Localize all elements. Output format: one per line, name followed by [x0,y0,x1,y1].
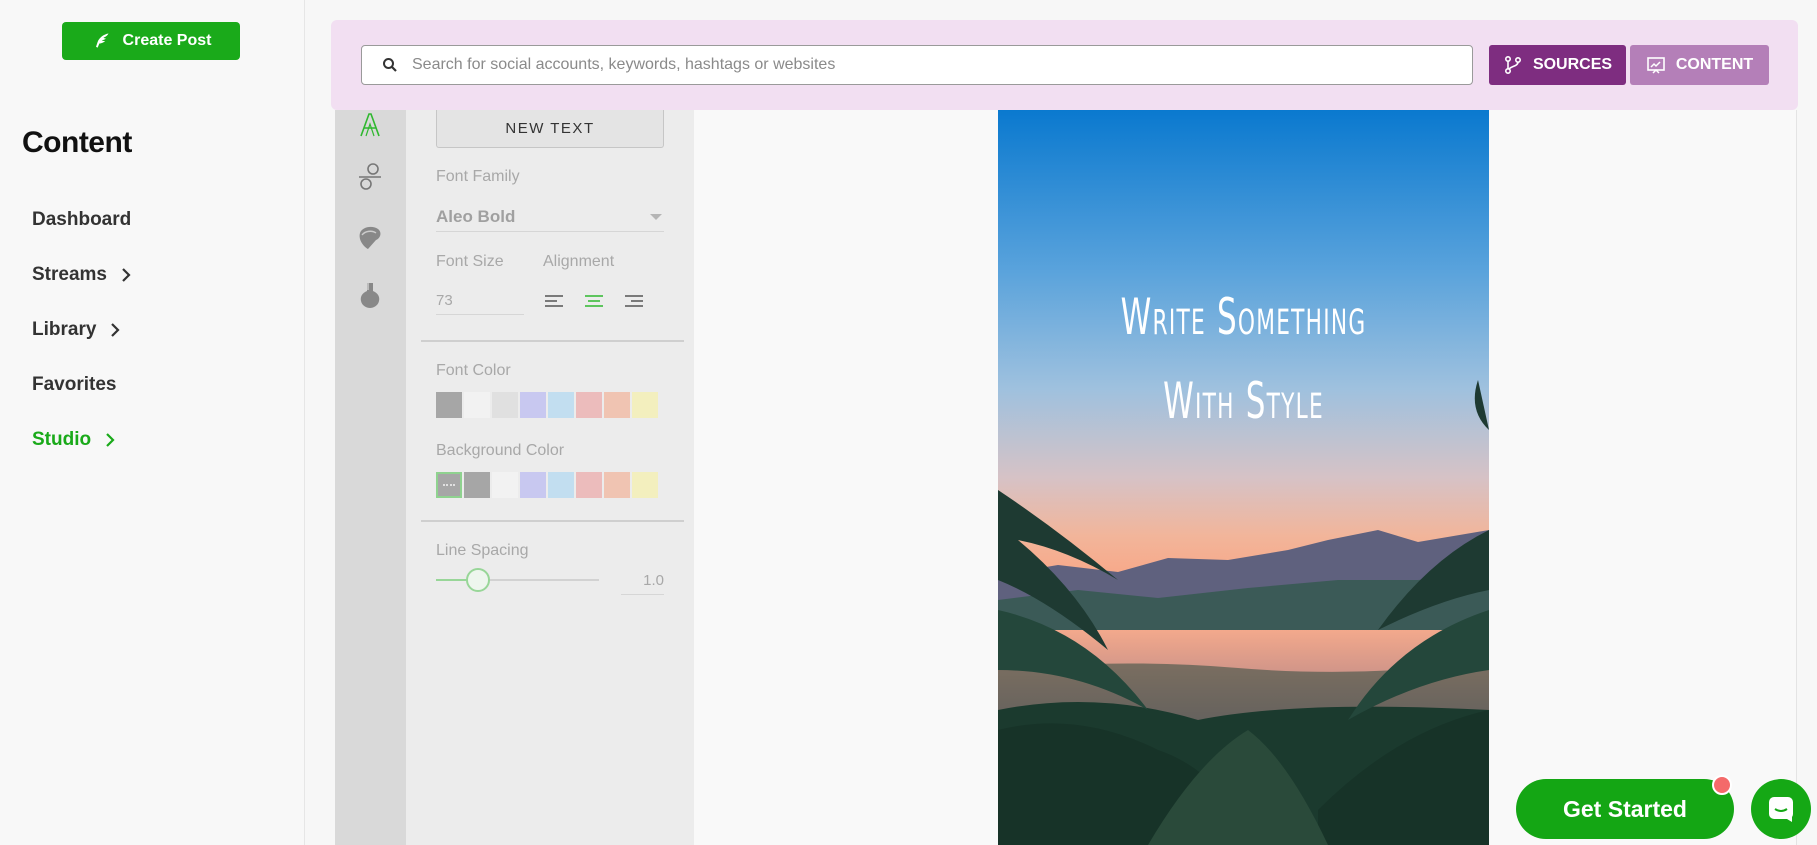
sidebar-item-label: Library [32,318,97,340]
chat-launcher-button[interactable] [1751,779,1811,839]
create-post-button[interactable]: Create Post [62,22,240,60]
canvas-background-image [998,110,1489,845]
background-color-label: Background Color [436,442,565,459]
sidebar-item-streams[interactable]: Streams [32,247,131,302]
canvas-text-layer[interactable]: Write Something With Style [1091,275,1395,443]
chevron-right-icon [111,322,120,337]
search-header: SOURCES CONTENT [331,20,1798,110]
font-color-swatch[interactable] [576,392,602,418]
tool-rail [335,110,406,845]
font-color-swatch[interactable] [604,392,630,418]
panel-divider [421,340,684,342]
background-color-swatch[interactable] [576,472,602,498]
branch-icon [1504,55,1521,75]
font-color-swatch[interactable] [632,392,658,418]
background-color-swatch[interactable] [492,472,518,498]
background-color-swatch[interactable] [548,472,574,498]
sidebar-title: Content [22,126,132,159]
sidebar-item-label: Dashboard [32,208,132,230]
line-spacing-value[interactable]: 1.0 [621,567,664,595]
get-started-button[interactable]: Get Started [1516,779,1734,839]
sources-label: SOURCES [1532,56,1613,73]
panel-divider [421,520,684,522]
content-label: CONTENT [1675,56,1754,73]
background-color-swatch[interactable] [604,472,630,498]
effects-tool-icon[interactable] [355,280,385,310]
background-color-swatch[interactable] [436,472,462,498]
chart-board-icon [1647,57,1665,74]
background-color-swatch[interactable] [520,472,546,498]
font-family-value: Aleo Bold [436,206,516,226]
search-icon [383,58,397,72]
chevron-right-icon [106,432,115,447]
align-center-icon[interactable] [583,290,605,312]
filter-tool-icon[interactable] [355,162,385,192]
search-box[interactable] [361,45,1473,85]
sticker-tool-icon[interactable] [355,222,385,252]
sidebar-item-label: Favorites [32,373,117,395]
left-sidebar: Create Post Content Dashboard Streams Li… [0,0,305,845]
sidebar-item-studio[interactable]: Studio [32,412,131,467]
text-tool-icon[interactable] [355,110,385,140]
background-color-swatch[interactable] [464,472,490,498]
sidebar-item-favorites[interactable]: Favorites [32,357,131,412]
chat-icon [1769,797,1793,822]
font-family-select[interactable]: Aleo Bold [436,202,664,232]
line-spacing-label: Line Spacing [436,542,529,559]
sidebar-item-label: Studio [32,428,92,450]
design-canvas[interactable]: Write Something With Style [998,110,1489,845]
font-color-swatch[interactable] [492,392,518,418]
text-properties-panel: NEW TEXT Font Family Aleo Bold Font Size… [406,110,694,845]
font-color-swatch[interactable] [548,392,574,418]
chevron-right-icon [122,267,131,282]
background-color-swatches [436,472,658,498]
no-color-icon [443,484,455,486]
font-color-swatches [436,392,658,418]
sidebar-item-label: Streams [32,263,107,285]
new-text-button[interactable]: NEW TEXT [436,110,664,148]
font-size-input[interactable] [436,287,524,315]
notification-dot [1712,775,1732,795]
font-color-swatch[interactable] [520,392,546,418]
font-color-swatch[interactable] [436,392,462,418]
sidebar-nav: Dashboard Streams Library Favorites Stud… [32,192,131,467]
alignment-label: Alignment [543,253,615,270]
line-spacing-slider-handle[interactable] [466,568,490,592]
align-right-icon[interactable] [623,290,645,312]
caret-down-icon [650,213,662,220]
font-color-swatch[interactable] [464,392,490,418]
font-family-label: Font Family [436,168,520,185]
sources-button[interactable]: SOURCES [1489,45,1626,85]
align-left-icon[interactable] [543,290,565,312]
font-size-label: Font Size [436,253,504,270]
sidebar-item-dashboard[interactable]: Dashboard [32,192,131,247]
content-button[interactable]: CONTENT [1630,45,1769,85]
create-post-label: Create Post [122,32,212,49]
search-input[interactable] [412,56,1452,74]
background-color-swatch[interactable] [632,472,658,498]
font-color-label: Font Color [436,362,511,379]
quill-icon [95,33,109,48]
sidebar-item-library[interactable]: Library [32,302,131,357]
